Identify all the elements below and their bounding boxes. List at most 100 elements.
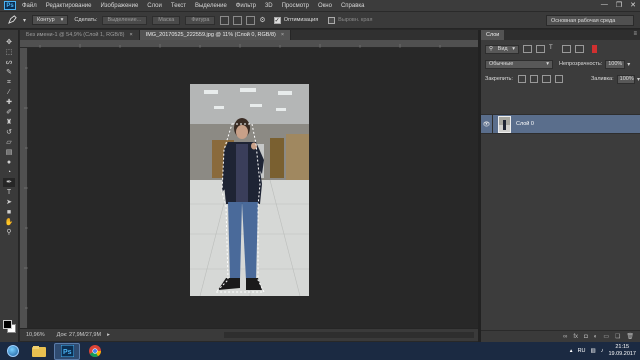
clone-stamp-tool-icon[interactable]: ♜ [3, 118, 15, 127]
workspace-select[interactable]: Основная рабочая среда [546, 15, 634, 26]
tab-layers[interactable]: Слои [481, 30, 505, 40]
eye-icon[interactable]: 👁 [481, 114, 493, 134]
filter-shape-icon[interactable] [562, 45, 571, 53]
document-tab-active[interactable]: IMG_20170525_222559.jpg @ 11% (Слой 0, R… [139, 30, 292, 40]
chevron-down-icon[interactable]: ▾ [627, 61, 630, 68]
blend-mode-select[interactable]: Обычные ▾ [485, 59, 553, 69]
menu-filter[interactable]: Фильтр [236, 3, 256, 9]
clock[interactable]: 21:15 19.09.2017 [608, 344, 636, 358]
menu-file[interactable]: Файл [22, 3, 37, 9]
eyedropper-tool-icon[interactable]: ⁄ [3, 88, 15, 97]
close-icon[interactable]: × [281, 32, 284, 38]
menu-edit[interactable]: Редактирование [46, 3, 92, 9]
layer-filter-select[interactable]: ⚲ Вид ▾ [485, 44, 519, 54]
menu-image[interactable]: Изображение [100, 3, 138, 9]
mask-icon[interactable]: ◘ [584, 334, 588, 340]
gear-icon[interactable]: ⚙ [259, 16, 265, 24]
tray-up-arrow-icon[interactable]: ▴ [570, 348, 573, 354]
menu-window[interactable]: Окно [318, 3, 332, 9]
taskbar-explorer[interactable] [26, 343, 52, 360]
menu-select[interactable]: Выделение [195, 3, 227, 9]
menu-type[interactable]: Текст [171, 3, 186, 9]
menu-3d[interactable]: 3D [265, 3, 273, 9]
folder-icon[interactable]: ▭ [603, 333, 609, 340]
close-icon[interactable]: × [129, 32, 132, 38]
window-controls: — ❐ ✕ [601, 1, 636, 9]
path-select-tool-icon[interactable]: ➤ [3, 198, 15, 207]
menu-help[interactable]: Справка [341, 3, 365, 9]
crop-tool-icon[interactable]: ⌗ [3, 78, 15, 87]
taskbar-photoshop[interactable]: Ps [54, 342, 80, 360]
lock-position-icon[interactable] [542, 75, 551, 83]
lock-transparency-icon[interactable] [517, 75, 527, 83]
layer-thumbnail[interactable] [498, 115, 511, 133]
document-tab[interactable]: Без имени-1 @ 54,9% (Слой 1, RGB/8) × [20, 30, 140, 40]
pen-icon[interactable] [8, 14, 17, 26]
tool-preset-dropdown[interactable]: ▾ [23, 17, 26, 24]
zoom-level[interactable]: 10,96% [26, 332, 45, 338]
blend-row: Обычные ▾ Непрозрачность: 100% ▾ [481, 58, 640, 70]
tool-mode-select[interactable]: Контур ▾ [32, 15, 69, 25]
panel-menu-icon[interactable]: ≡ [633, 31, 637, 37]
ruler-vertical[interactable] [20, 48, 28, 328]
blur-tool-icon[interactable]: ● [3, 158, 15, 167]
zoom-tool-icon[interactable]: ⚲ [3, 228, 15, 237]
healing-tool-icon[interactable]: ✚ [3, 98, 15, 107]
menu-layers[interactable]: Слои [147, 3, 162, 9]
network-icon[interactable]: ▥ [591, 348, 596, 354]
volume-icon[interactable]: ♪ [601, 348, 604, 354]
ruler-horizontal[interactable] [20, 40, 478, 48]
minimize-button[interactable]: — [601, 1, 608, 9]
filter-type-icon[interactable]: T [549, 45, 558, 53]
menu-view[interactable]: Просмотр [282, 3, 309, 9]
restore-button[interactable]: ❐ [616, 1, 622, 9]
lock-all-icon[interactable] [554, 75, 563, 83]
align-edges-checkbox[interactable] [328, 16, 336, 24]
start-button[interactable] [0, 342, 26, 360]
foreground-color-swatch[interactable] [3, 320, 12, 329]
new-layer-icon[interactable]: ❏ [615, 333, 620, 340]
filter-toggle[interactable] [592, 45, 597, 53]
layer-name[interactable]: Слой 0 [516, 121, 534, 127]
filter-adjustment-icon[interactable] [536, 45, 545, 53]
lasso-tool-icon[interactable]: ᔕ [3, 58, 15, 67]
photoshop-logo: Ps [4, 1, 16, 10]
lock-pixels-icon[interactable] [530, 75, 539, 83]
language-indicator[interactable]: RU [578, 348, 586, 354]
link-icon[interactable]: ∞ [563, 334, 567, 340]
type-tool-icon[interactable]: T [3, 188, 15, 197]
pen-tool-icon[interactable]: ✒ [3, 178, 15, 187]
gradient-tool-icon[interactable]: ▤ [3, 148, 15, 157]
adjustment-icon[interactable]: ◐ [594, 334, 598, 340]
filter-smart-icon[interactable] [575, 45, 584, 53]
eraser-tool-icon[interactable]: ▱ [3, 138, 15, 147]
close-button[interactable]: ✕ [630, 1, 636, 9]
document-image[interactable] [190, 84, 309, 296]
make-shape-button[interactable]: Фигура [185, 15, 216, 25]
layer-row[interactable]: 👁 Слой 0 [481, 114, 640, 134]
dodge-tool-icon[interactable]: ◔ [3, 168, 15, 177]
path-arrangement-icon[interactable] [246, 15, 256, 25]
taskbar-chrome[interactable] [82, 343, 108, 360]
horizontal-scrollbar[interactable] [224, 332, 474, 338]
shape-tool-icon[interactable]: ■ [3, 208, 15, 217]
hand-tool-icon[interactable]: ✋ [3, 218, 15, 227]
fx-icon[interactable]: fx [573, 334, 578, 340]
quick-select-tool-icon[interactable]: ✎ [3, 68, 15, 77]
move-tool-icon[interactable]: ✥ [3, 38, 15, 47]
make-mask-button[interactable]: Маска [152, 15, 181, 25]
history-brush-tool-icon[interactable]: ↺ [3, 128, 15, 137]
marquee-tool-icon[interactable]: ⬚ [3, 48, 15, 57]
trash-icon[interactable]: 🗑 [626, 333, 634, 340]
document-tabs: Без имени-1 @ 54,9% (Слой 1, RGB/8) × IM… [20, 30, 478, 40]
status-arrow-icon[interactable]: ▸ [107, 332, 110, 338]
make-selection-button[interactable]: Выделение... [101, 15, 148, 25]
path-alignment-icon[interactable] [233, 15, 243, 25]
path-operations-icon[interactable] [220, 15, 230, 25]
fill-input[interactable]: 100% [616, 74, 635, 84]
brush-tool-icon[interactable]: ✐ [3, 108, 15, 117]
opacity-input[interactable]: 100% [605, 59, 626, 69]
autoalign-checkbox[interactable]: ✓ [273, 16, 281, 24]
filter-pixel-icon[interactable] [523, 45, 532, 53]
chrome-icon [89, 345, 101, 357]
